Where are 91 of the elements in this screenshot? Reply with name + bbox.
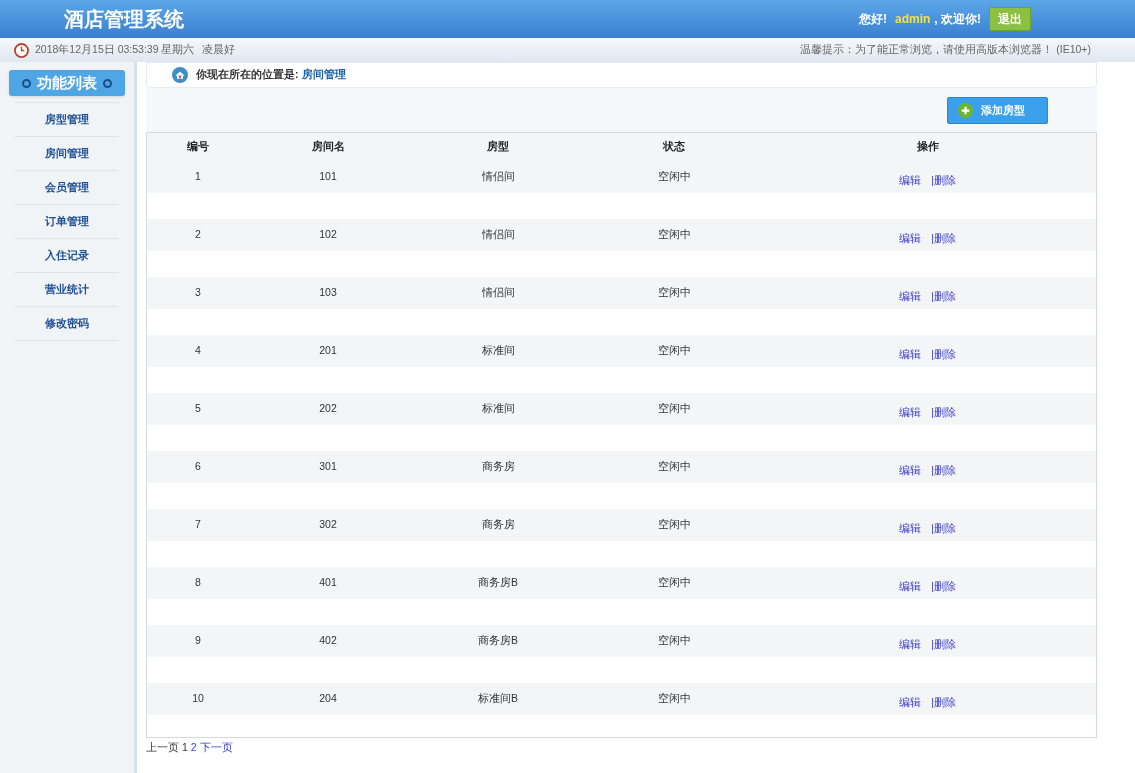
sidebar-item[interactable]: 营业统计 — [15, 273, 119, 307]
edit-link[interactable]: 编辑 — [899, 695, 922, 715]
delete-link[interactable]: |删除 — [931, 463, 956, 483]
clock-icon — [14, 42, 29, 58]
edit-link[interactable]: 编辑 — [899, 579, 922, 599]
table-cell-text: 标准间 — [481, 401, 515, 416]
table-cell-text: 空闲中 — [657, 633, 691, 648]
delete-link[interactable]: |删除 — [931, 579, 956, 599]
table-cell-text: 202 — [319, 401, 337, 416]
delete-link[interactable]: |删除 — [931, 231, 956, 251]
breadcrumb-link[interactable]: 房间管理 — [301, 67, 346, 83]
delete-link[interactable]: |删除 — [931, 637, 956, 657]
table-cell-text: 204 — [319, 691, 337, 706]
table-cell-text: 5 — [195, 401, 201, 416]
table-cell-text: 空闲中 — [657, 575, 691, 590]
delete-link[interactable]: |删除 — [931, 695, 956, 715]
table-cell-text: 空闲中 — [657, 401, 691, 416]
home-icon — [172, 67, 188, 83]
table-cell-text: 空闲中 — [657, 517, 691, 532]
table-cell-text: 空闲中 — [657, 227, 691, 242]
table-cell-text: 301 — [319, 459, 337, 474]
sidebar-item[interactable]: 入住记录 — [15, 239, 119, 273]
table-cell-text: 7 — [195, 517, 201, 532]
edit-link[interactable]: 编辑 — [899, 289, 922, 309]
greeting-text: 您好! — [859, 11, 887, 28]
table-cell-text: 10 — [192, 691, 204, 706]
table-cell-text: 402 — [319, 633, 337, 648]
table-cell-text: 102 — [319, 227, 337, 242]
table-cell-text: 空闲中 — [657, 459, 691, 474]
page-link[interactable]: 2 — [190, 740, 197, 756]
table-cell-text: 情侣间 — [481, 285, 515, 300]
bullet-icon — [103, 78, 112, 88]
browser-tip: 温馨提示：为了能正常浏览，请使用高版本浏览器！ (IE10+) — [800, 42, 1091, 58]
sidebar-item[interactable]: 房型管理 — [15, 103, 119, 137]
table-cell-text: 空闲中 — [657, 285, 691, 300]
edit-link[interactable]: 编辑 — [899, 231, 922, 251]
plus-icon — [958, 103, 973, 118]
delete-link[interactable]: |删除 — [931, 289, 956, 309]
datetime-text: 2018年12月15日 03:53:39 星期六 — [35, 42, 195, 58]
sidebar-item[interactable]: 订单管理 — [15, 205, 119, 239]
table-cell-text: 1 — [195, 169, 201, 184]
column-header: 操作 — [916, 139, 939, 155]
column-header: 编号 — [187, 139, 209, 155]
table-cell-text: 201 — [319, 343, 337, 358]
delete-link[interactable]: |删除 — [931, 347, 956, 367]
sidebar-item[interactable]: 修改密码 — [15, 307, 119, 341]
table-cell-text: 101 — [319, 169, 337, 184]
salutation-text: 凌晨好 — [202, 42, 236, 58]
table-cell-text: 8 — [195, 575, 201, 590]
edit-link[interactable]: 编辑 — [899, 347, 922, 367]
edit-link[interactable]: 编辑 — [899, 637, 922, 657]
delete-link[interactable]: |删除 — [931, 405, 956, 425]
column-header: 状态 — [663, 139, 685, 155]
table-cell-text: 103 — [319, 285, 337, 300]
username: admin — [895, 11, 931, 28]
table-cell-text: 标准间 — [481, 343, 515, 358]
table-cell-text: 9 — [195, 633, 201, 648]
edit-link[interactable]: 编辑 — [899, 173, 922, 193]
delete-link[interactable]: |删除 — [931, 173, 956, 193]
table-cell-text: 401 — [319, 575, 337, 590]
welcome-text: , 欢迎你! — [934, 11, 981, 28]
delete-link[interactable]: |删除 — [931, 521, 956, 541]
table-cell-text: 商务房B — [478, 575, 518, 590]
breadcrumb-label: 你现在所在的位置是: — [196, 67, 299, 83]
table-cell-text: 商务房 — [481, 459, 515, 474]
sidebar-item[interactable]: 会员管理 — [15, 171, 119, 205]
edit-link[interactable]: 编辑 — [899, 463, 922, 483]
page-link[interactable]: 下一页 — [199, 740, 233, 756]
edit-link[interactable]: 编辑 — [899, 521, 922, 541]
column-header: 房型 — [487, 139, 509, 155]
table-cell-text: 2 — [195, 227, 201, 242]
table-cell-text: 空闲中 — [657, 343, 691, 358]
table-cell-text: 空闲中 — [657, 691, 691, 706]
sidebar-title: 功能列表 — [37, 72, 97, 93]
table-cell-text: 3 — [195, 285, 201, 300]
table-cell-text: 情侣间 — [481, 169, 515, 184]
edit-link[interactable]: 编辑 — [899, 405, 922, 425]
table-cell-text: 302 — [319, 517, 337, 532]
table-cell-text: 空闲中 — [657, 169, 691, 184]
app-title: 酒店管理系统 — [64, 7, 184, 32]
table-cell-text: 商务房B — [478, 633, 518, 648]
table-cell-text: 4 — [195, 343, 201, 358]
page-label: 上一页 — [146, 740, 179, 755]
sidebar-item[interactable]: 房间管理 — [15, 137, 119, 171]
table-cell-text: 6 — [195, 459, 201, 474]
page-label: 1 — [182, 740, 188, 755]
table-cell-text: 标准间B — [478, 691, 518, 706]
table-cell-text: 情侣间 — [481, 227, 515, 242]
table-cell-text: 商务房 — [481, 517, 515, 532]
column-header: 房间名 — [311, 139, 345, 155]
bullet-icon — [22, 78, 31, 88]
